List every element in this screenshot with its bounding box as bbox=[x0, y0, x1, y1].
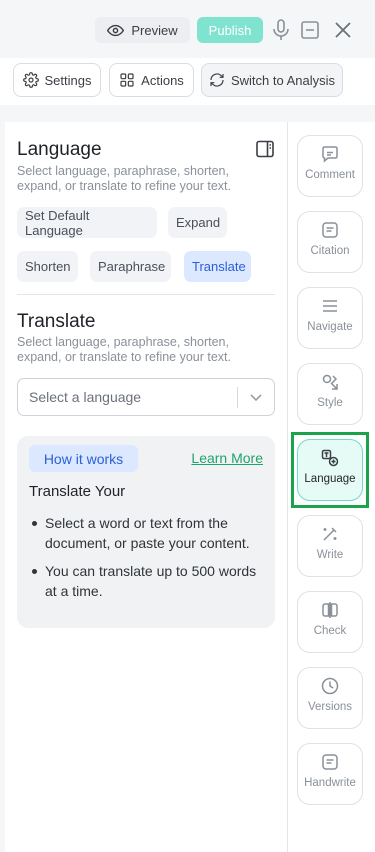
language-icon bbox=[321, 449, 339, 467]
rail-label: Check bbox=[313, 625, 347, 637]
learn-more-link[interactable]: Learn More bbox=[191, 450, 263, 466]
list-item: Select a word or text from the document,… bbox=[29, 513, 261, 553]
rail-item-language[interactable]: Language bbox=[297, 439, 363, 501]
publish-button[interactable]: Publish bbox=[197, 17, 263, 43]
rail-item-comment[interactable]: Comment bbox=[297, 135, 363, 197]
microphone-icon[interactable] bbox=[272, 19, 290, 41]
minimize-icon[interactable] bbox=[301, 21, 319, 39]
switch-to-analysis-button[interactable]: Switch to Analysis bbox=[201, 63, 343, 97]
rail-item-style[interactable]: Style bbox=[297, 363, 363, 425]
grid-icon bbox=[120, 73, 134, 87]
comment-icon bbox=[322, 146, 338, 163]
rail-label: Citation bbox=[310, 245, 350, 257]
preview-label: Preview bbox=[131, 22, 178, 38]
toolbar: Settings Actions Switch to Analysis bbox=[0, 58, 375, 105]
chip-shorten[interactable]: Shorten bbox=[17, 251, 78, 282]
translate-description: Select language, paraphrase, shorten, ex… bbox=[17, 335, 232, 364]
divider bbox=[17, 294, 275, 295]
rail-label: Language bbox=[304, 473, 356, 485]
language-panel: Language Select language, paraphrase, sh… bbox=[5, 122, 288, 852]
eye-icon bbox=[107, 24, 125, 36]
language-heading: Language bbox=[17, 139, 102, 160]
chevron-down-icon[interactable] bbox=[249, 392, 263, 402]
right-rail: Comment Citation Navigate Style Language… bbox=[288, 122, 375, 852]
settings-button[interactable]: Settings bbox=[13, 63, 101, 97]
card-heading: Translate Your bbox=[29, 483, 126, 500]
rail-label: Write bbox=[316, 549, 344, 561]
rail-item-check[interactable]: Check bbox=[297, 591, 363, 653]
rail-item-handwrite[interactable]: Handwrite bbox=[297, 743, 363, 805]
actions-button[interactable]: Actions bbox=[109, 63, 194, 97]
select-separator bbox=[237, 387, 238, 408]
chip-set-default-language[interactable]: Set Default Language bbox=[17, 207, 157, 238]
language-select-placeholder: Select a language bbox=[29, 389, 142, 405]
actions-label: Actions bbox=[141, 72, 184, 88]
rail-item-versions[interactable]: Versions bbox=[297, 667, 363, 729]
preview-button[interactable]: Preview bbox=[95, 17, 190, 43]
rail-label: Navigate bbox=[307, 321, 353, 333]
top-bar: Preview Publish bbox=[0, 0, 375, 58]
instructions-list: Select a word or text from the document,… bbox=[29, 513, 261, 609]
list-item: You can translate up to 500 words at a t… bbox=[29, 561, 261, 601]
rail-label: Comment bbox=[305, 169, 355, 181]
handwrite-icon bbox=[322, 754, 338, 770]
language-select[interactable]: Select a language bbox=[17, 378, 275, 416]
sidebar-toggle-icon[interactable] bbox=[256, 140, 274, 158]
spacer bbox=[0, 105, 375, 122]
citation-icon bbox=[322, 222, 338, 238]
chip-expand[interactable]: Expand bbox=[168, 207, 227, 238]
rail-item-write[interactable]: Write bbox=[297, 515, 363, 577]
translate-heading: Translate bbox=[17, 311, 96, 332]
clock-icon bbox=[321, 677, 339, 695]
settings-label: Settings bbox=[44, 72, 92, 88]
switch-label: Switch to Analysis bbox=[230, 72, 336, 88]
publish-label: Publish bbox=[208, 22, 252, 38]
style-icon bbox=[322, 374, 338, 390]
chip-paraphrase[interactable]: Paraphrase bbox=[90, 251, 171, 282]
check-icon bbox=[322, 602, 338, 618]
how-it-works-card: How it works Learn More Translate Your S… bbox=[17, 436, 275, 628]
gear-icon bbox=[22, 72, 39, 88]
rail-item-citation[interactable]: Citation bbox=[297, 211, 363, 273]
refresh-icon bbox=[210, 73, 224, 87]
write-icon bbox=[323, 527, 337, 541]
navigate-icon bbox=[323, 300, 337, 312]
chip-translate[interactable]: Translate bbox=[184, 251, 251, 282]
close-icon[interactable] bbox=[333, 20, 353, 40]
language-description: Select language, paraphrase, shorten, ex… bbox=[17, 164, 232, 193]
rail-label: Versions bbox=[307, 701, 353, 713]
how-it-works-badge: How it works bbox=[29, 445, 138, 472]
rail-label: Handwrite bbox=[304, 777, 356, 789]
rail-item-navigate[interactable]: Navigate bbox=[297, 287, 363, 349]
rail-label: Style bbox=[317, 397, 343, 409]
